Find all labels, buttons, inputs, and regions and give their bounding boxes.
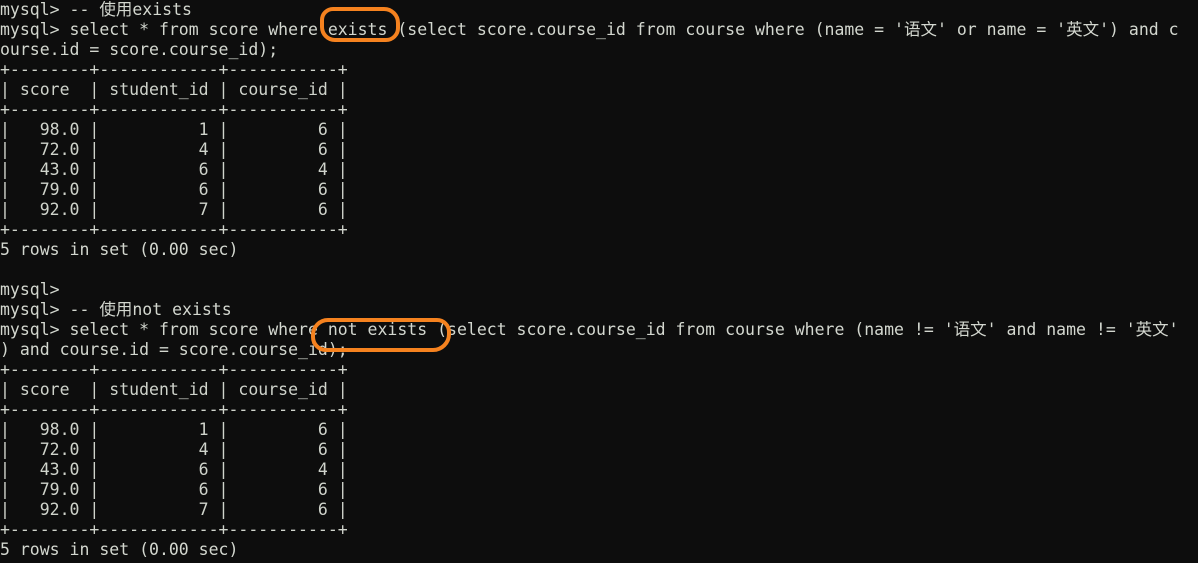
terminal-line-command: mysql> select * from score where exists … <box>0 20 1179 39</box>
query-status-text: 5 rows in set (0.00 sec) <box>0 540 239 559</box>
table-header-row: | score | student_id | course_id | <box>0 80 348 99</box>
table-row: | 72.0 | 4 | 6 | <box>0 140 348 159</box>
table-header-rule: +--------+------------+-----------+ <box>0 100 348 119</box>
table-row: | 98.0 | 1 | 6 | <box>0 120 348 139</box>
table-row: | 98.0 | 1 | 6 | <box>0 420 348 439</box>
table-row: | 92.0 | 7 | 6 | <box>0 500 348 519</box>
table-row: | 79.0 | 6 | 6 | <box>0 480 348 499</box>
terminal-window[interactable]: mysql> -- 使用exists mysql> select * from … <box>0 0 1198 563</box>
table-row: | 43.0 | 6 | 4 | <box>0 160 348 179</box>
table-bottom-rule: +--------+------------+-----------+ <box>0 220 348 239</box>
terminal-line-comment: mysql> -- 使用not exists <box>0 300 232 319</box>
query-status-text: 5 rows in set (0.00 sec) <box>0 240 239 259</box>
table-top-rule: +--------+------------+-----------+ <box>0 60 348 79</box>
table-bottom-rule: +--------+------------+-----------+ <box>0 520 348 539</box>
terminal-line-command-wrap: ) and course.id = score.course_id); <box>0 340 348 359</box>
table-row: | 43.0 | 6 | 4 | <box>0 460 348 479</box>
terminal-line-command: mysql> select * from score where not exi… <box>0 320 1179 339</box>
table-row: | 92.0 | 7 | 6 | <box>0 200 348 219</box>
table-top-rule: +--------+------------+-----------+ <box>0 360 348 379</box>
terminal-prompt: mysql> <box>0 280 60 299</box>
terminal-line-comment: mysql> -- 使用exists <box>0 0 192 19</box>
table-row: | 72.0 | 4 | 6 | <box>0 440 348 459</box>
table-header-row: | score | student_id | course_id | <box>0 380 348 399</box>
table-header-rule: +--------+------------+-----------+ <box>0 400 348 419</box>
terminal-output: mysql> -- 使用exists mysql> select * from … <box>0 0 1198 560</box>
terminal-line-command-wrap: ourse.id = score.course_id); <box>0 40 279 59</box>
table-row: | 79.0 | 6 | 6 | <box>0 180 348 199</box>
